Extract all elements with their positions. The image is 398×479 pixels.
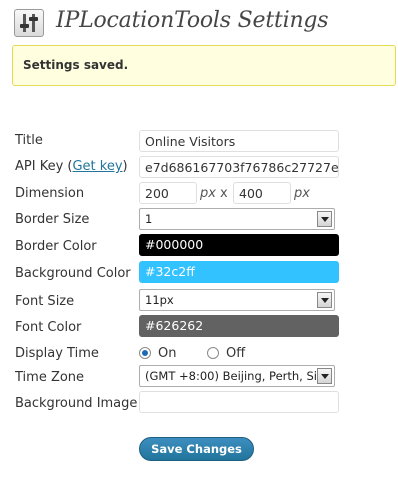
- display-time-label: Display Time: [15, 346, 99, 361]
- height-unit: px: [294, 186, 310, 201]
- border-size-select[interactable]: 1: [139, 208, 335, 230]
- font-size-select[interactable]: 11px: [139, 289, 335, 311]
- chevron-down-icon[interactable]: [317, 292, 332, 308]
- background-image-input[interactable]: [139, 391, 339, 413]
- settings-sliders-icon: [14, 9, 44, 37]
- width-unit: px: [200, 186, 216, 201]
- border-color-label: Border Color: [15, 239, 97, 254]
- font-size-value: 11px: [145, 293, 174, 307]
- background-image-label: Background Image: [15, 396, 138, 411]
- display-time-off-label[interactable]: Off: [226, 346, 245, 361]
- display-time-on-radio[interactable]: [139, 347, 151, 359]
- notice-text: Settings saved.: [23, 58, 129, 72]
- background-color-input[interactable]: #32c2ff: [139, 261, 339, 283]
- display-time-off-radio[interactable]: [207, 347, 219, 359]
- dimension-height-input[interactable]: 400: [233, 182, 291, 204]
- border-size-value: 1: [145, 212, 153, 226]
- border-size-label: Border Size: [15, 212, 90, 227]
- background-color-label: Background Color: [15, 266, 131, 281]
- chevron-down-icon[interactable]: [317, 368, 332, 384]
- api-key-input[interactable]: e7d686167703f76786c27727e: [139, 156, 339, 178]
- time-zone-value: (GMT +8:00) Beijing, Perth, Si: [145, 369, 317, 383]
- settings-saved-notice: Settings saved.: [12, 45, 396, 86]
- get-key-link[interactable]: Get key: [72, 159, 122, 174]
- page-title: IPLocationTools Settings: [56, 8, 329, 33]
- api-key-label-suffix: ): [122, 159, 128, 174]
- title-input[interactable]: Online Visitors: [139, 130, 339, 152]
- time-zone-select[interactable]: (GMT +8:00) Beijing, Perth, Si: [139, 365, 335, 387]
- font-color-input[interactable]: #626262: [139, 315, 339, 337]
- api-key-label-text: API Key (: [15, 159, 73, 174]
- display-time-on-label[interactable]: On: [158, 346, 176, 361]
- font-color-label: Font Color: [15, 320, 82, 335]
- chevron-down-icon[interactable]: [317, 211, 332, 227]
- title-label: Title: [15, 133, 43, 148]
- dimension-label: Dimension: [15, 186, 85, 201]
- font-size-label: Font Size: [15, 294, 75, 309]
- save-changes-button[interactable]: Save Changes: [139, 437, 254, 461]
- dimension-separator: x: [220, 186, 228, 201]
- time-zone-label: Time Zone: [15, 370, 85, 385]
- api-key-label: API Key (Get key): [15, 159, 128, 174]
- border-color-input[interactable]: #000000: [139, 234, 339, 256]
- dimension-width-input[interactable]: 200: [139, 182, 197, 204]
